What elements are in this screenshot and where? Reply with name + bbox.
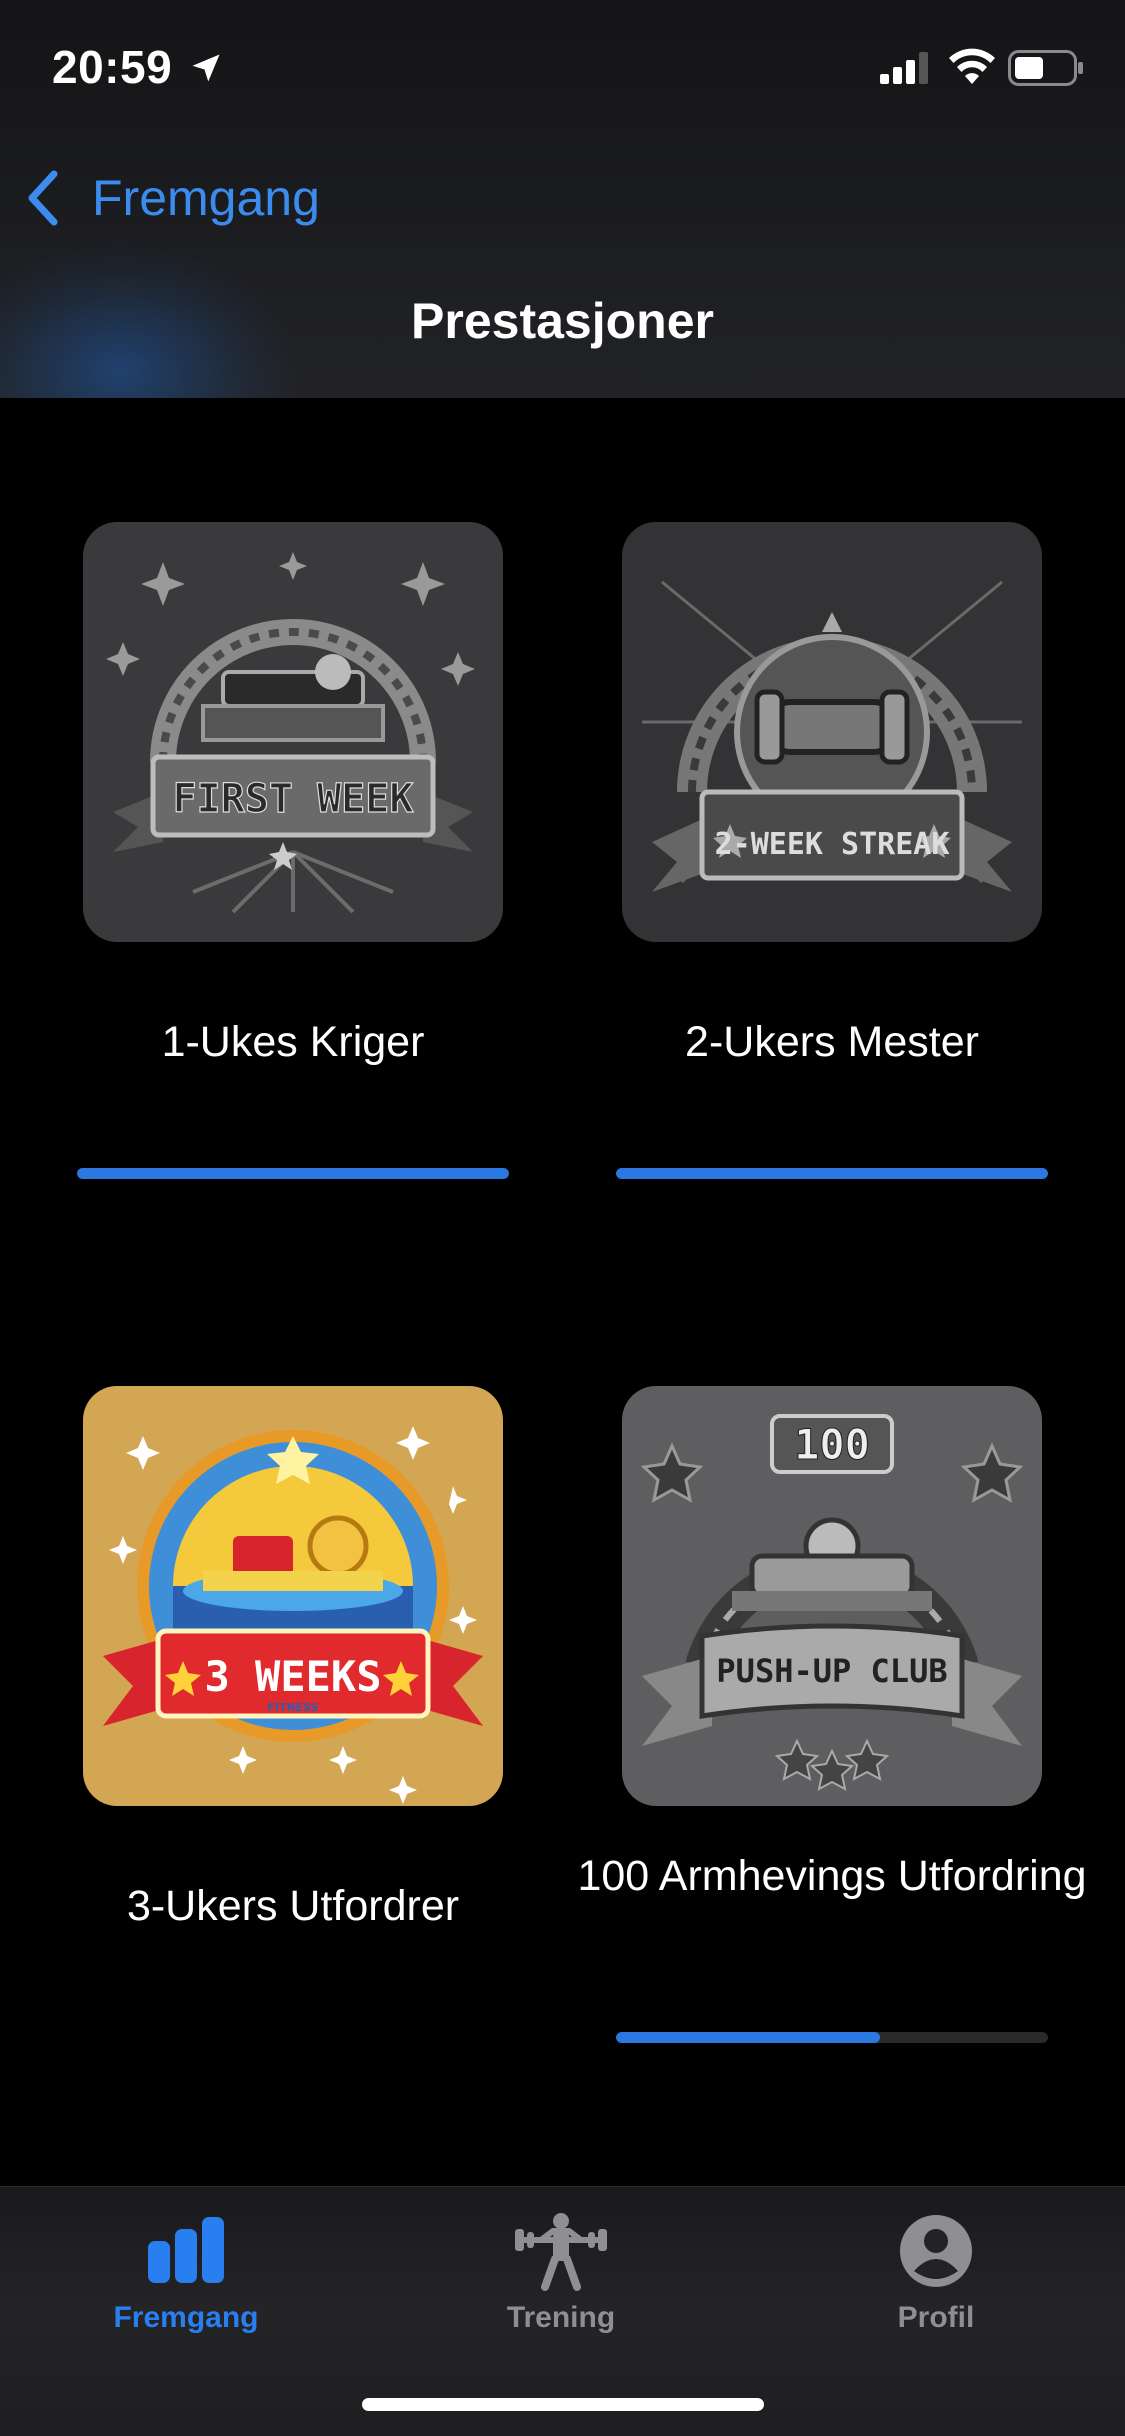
achievement-progress-fill — [616, 2032, 880, 2043]
achievement-badge-push-up-club: 100 PUSH-UP CLUB — [622, 1386, 1042, 1806]
tab-label: Profil — [897, 2301, 975, 2334]
badge-text-first-week: FIRST WEEK — [173, 776, 414, 822]
badge-number-100: 100 — [794, 1420, 870, 1469]
achievement-badge-first-week: FIRST WEEK — [83, 522, 503, 942]
achievement-progress-fill — [616, 1168, 1048, 1179]
tab-label: Fremgang — [113, 2301, 259, 2334]
status-bar: 20:59 — [0, 0, 1125, 140]
badge-text-three-weeks: 3 WEEKS — [204, 1652, 381, 1701]
back-button-label: Fremgang — [92, 170, 320, 226]
bar-chart-icon — [148, 2217, 224, 2283]
wifi-icon — [949, 48, 995, 84]
badge-text-push-up-club: PUSH-UP CLUB — [716, 1652, 947, 1690]
tab-fremgang[interactable]: Fremgang — [36, 2211, 336, 2351]
achievement-title: 3-Ukers Utfordrer — [126, 1882, 460, 1930]
achievement-badge-two-week-streak: 2-WEEK STREAK — [622, 522, 1042, 942]
status-time: 20:59 — [52, 41, 173, 93]
tab-trening[interactable]: Trening — [411, 2211, 711, 2351]
tab-profil[interactable]: Profil — [786, 2211, 1086, 2351]
navigation-header: 20:59 Fremgang Prestasjoner — [0, 0, 1125, 398]
achievement-progress-bar — [616, 1168, 1048, 1179]
person-circle-icon — [900, 2215, 972, 2287]
badge-subtext-fitness: FITNESS — [267, 1701, 318, 1714]
achievement-badge-three-weeks: 3 WEEKS FITNESS — [83, 1386, 503, 1806]
achievement-title: 100 Armhevings Utfordring — [577, 1852, 1087, 1900]
location-arrow-icon — [192, 54, 220, 82]
home-indicator — [362, 2398, 764, 2411]
achievement-title: 1-Ukes Kriger — [161, 1018, 425, 1066]
tab-label: Trening — [506, 2301, 616, 2334]
badge-text-two-week-streak: 2-WEEK STREAK — [715, 827, 950, 862]
achievement-progress-bar — [616, 2032, 1048, 2043]
achievement-progress-fill — [77, 1168, 509, 1179]
weightlifter-icon — [515, 2213, 607, 2291]
achievement-progress-bar — [77, 1168, 509, 1179]
cellular-signal-icon — [880, 52, 928, 84]
battery-icon — [1008, 50, 1083, 86]
achievement-title: 2-Ukers Mester — [685, 1018, 979, 1066]
page-title: Prestasjoner — [411, 293, 714, 349]
chevron-left-icon — [28, 170, 58, 226]
back-button[interactable]: Fremgang — [22, 160, 320, 236]
